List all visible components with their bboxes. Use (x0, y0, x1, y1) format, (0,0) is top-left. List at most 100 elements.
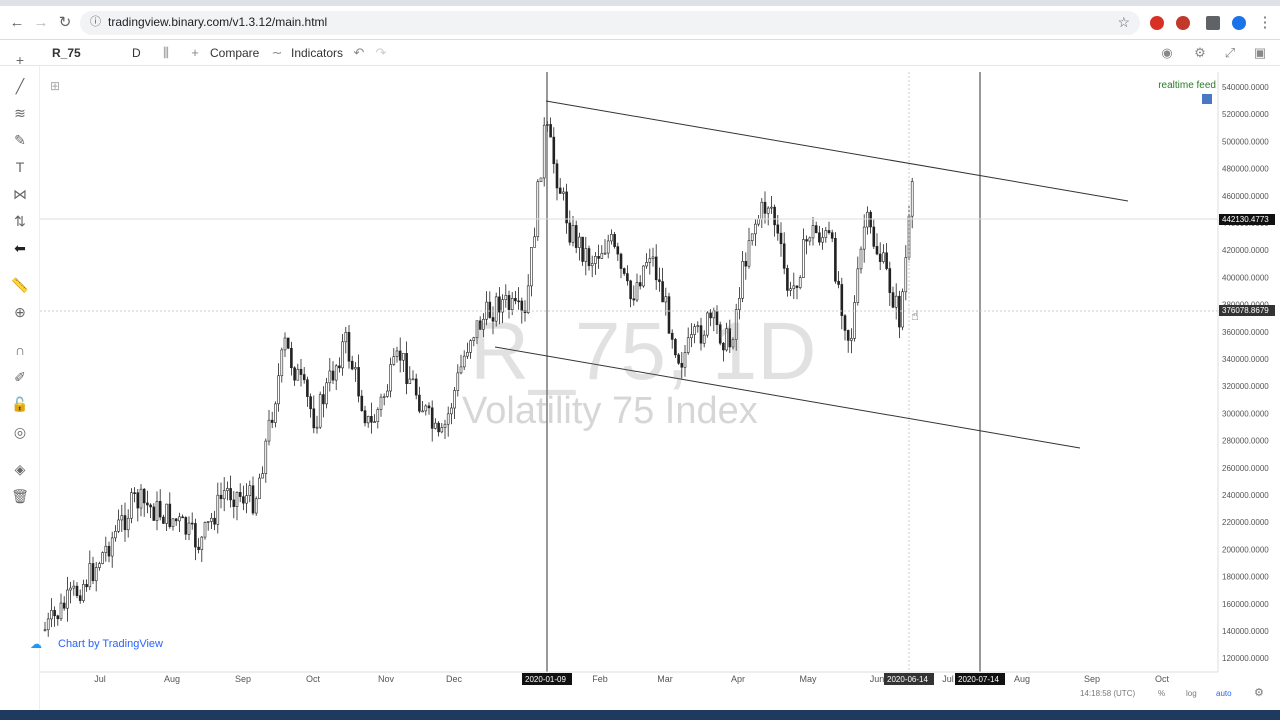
candle-body (347, 332, 351, 362)
candle-body (200, 536, 204, 550)
candle-body (53, 610, 56, 617)
candle-body (62, 602, 66, 609)
percent-toggle[interactable]: % (1158, 689, 1165, 698)
candle-body (232, 499, 236, 507)
candle-body (235, 492, 239, 507)
tradingview-credit-link[interactable]: ☁ Chart by TradingView (30, 637, 163, 651)
current-price-tag: 442130.4773 (1222, 215, 1269, 224)
candle-body (88, 563, 92, 588)
candle-body (350, 360, 354, 370)
candle-body (210, 517, 213, 522)
candle-body (635, 282, 639, 301)
candle-body (357, 367, 360, 397)
candle-body (616, 246, 620, 255)
candle-body (155, 501, 159, 521)
candle-body (456, 372, 460, 391)
candle-body (149, 504, 152, 508)
candle-body (888, 268, 892, 293)
candle-body (222, 490, 226, 500)
candle-body (552, 136, 556, 165)
candle-body (837, 280, 840, 285)
candle-body (648, 258, 652, 263)
candle-body (645, 262, 648, 267)
candle-body (891, 292, 895, 308)
candle-body (366, 416, 370, 424)
candle-body (194, 523, 197, 548)
candle-body (664, 296, 668, 303)
candle-body (542, 124, 546, 179)
candle-body (168, 503, 172, 527)
candle-body (872, 226, 876, 247)
candle-body (261, 473, 264, 479)
candle-body (600, 253, 604, 259)
time-tick-label: Mar (657, 674, 673, 684)
candle-body (450, 407, 453, 415)
candle-body (50, 610, 53, 620)
candle-body (862, 226, 866, 250)
candle-body (363, 410, 367, 424)
candle-body (373, 421, 376, 423)
candle-body (798, 277, 802, 288)
candle-body (584, 248, 588, 262)
candle-body (322, 394, 325, 405)
candle-body (555, 163, 559, 189)
candle-body (574, 225, 578, 248)
hand-cursor-icon: ☝ (911, 309, 919, 324)
axis-settings-icon[interactable]: ⚙ (1254, 686, 1264, 699)
candle-body (830, 232, 834, 239)
candle-body (597, 256, 600, 259)
candle-body (459, 366, 463, 374)
candle-body (392, 356, 396, 365)
candle-body (411, 378, 415, 381)
candle-body (760, 201, 764, 220)
candle-body (514, 298, 517, 302)
candle-body (245, 495, 248, 504)
price-tick-label: 320000.0000 (1222, 382, 1269, 391)
candle-body (808, 237, 812, 242)
candle-body (437, 422, 440, 433)
candle-body (402, 353, 405, 361)
price-tick-label: 200000.0000 (1222, 545, 1269, 554)
candle-body (741, 260, 744, 299)
candle-body (818, 232, 821, 243)
candle-body (146, 502, 149, 506)
candle-body (123, 515, 127, 531)
candle-body (85, 584, 88, 588)
candle-body (846, 330, 850, 341)
candle-body (181, 516, 184, 519)
watermark-description: Volatility 75 Index (462, 390, 758, 432)
candle-body (238, 492, 242, 497)
candle-body (206, 521, 210, 523)
candle-body (267, 419, 271, 442)
auto-toggle[interactable]: auto (1216, 689, 1232, 698)
os-taskbar (0, 710, 1280, 720)
candle-body (219, 494, 223, 500)
candle-body (789, 288, 792, 291)
candle-body (786, 267, 789, 291)
candle-body (110, 537, 114, 557)
realtime-feed-label: realtime feed (1158, 80, 1216, 91)
candle-body (59, 602, 63, 620)
price-tick-label: 520000.0000 (1222, 110, 1269, 119)
time-tick-label: May (799, 674, 817, 684)
candle-body (549, 124, 552, 138)
candle-body (427, 405, 431, 409)
candle-body (408, 378, 412, 385)
candle-body (226, 488, 229, 491)
candle-body (328, 370, 332, 384)
price-tick-label: 540000.0000 (1222, 83, 1269, 92)
candle-body (766, 207, 770, 214)
candle-body (130, 492, 133, 519)
crosshair-date-2: 2020-06-14 (887, 675, 928, 684)
candle-body (754, 223, 757, 235)
candle-body (517, 300, 520, 303)
candle-body (312, 408, 316, 429)
time-tick-label: Oct (306, 674, 321, 684)
candle-body (46, 618, 50, 631)
candle-body (587, 248, 591, 267)
log-toggle[interactable]: log (1186, 689, 1197, 698)
price-tick-label: 420000.0000 (1222, 246, 1269, 255)
candle-body (606, 240, 610, 254)
candle-body (82, 584, 85, 601)
candle-body (910, 181, 914, 217)
